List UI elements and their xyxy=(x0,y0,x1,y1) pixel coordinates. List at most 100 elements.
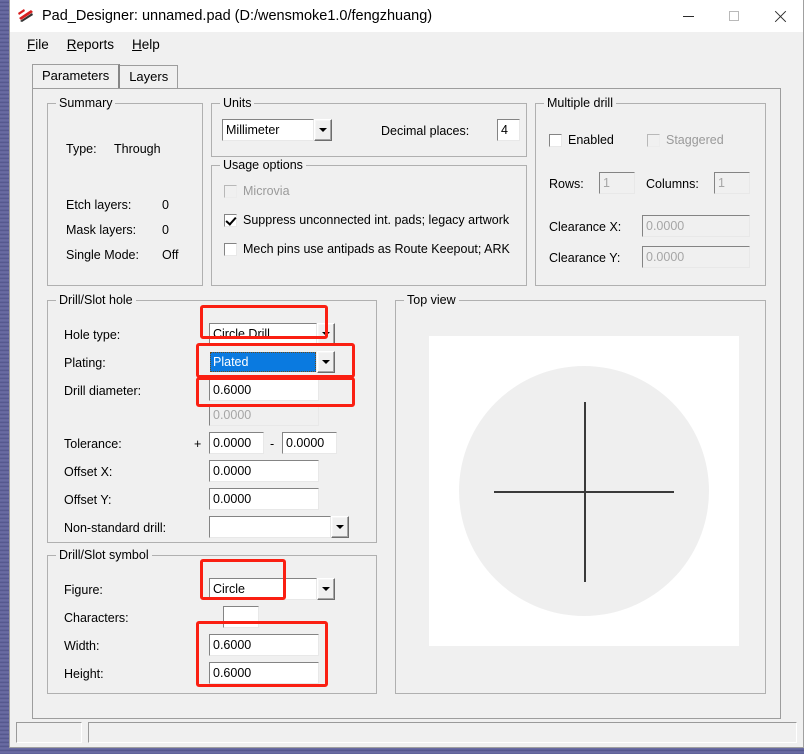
maximize-button[interactable] xyxy=(711,0,757,32)
drill-diameter-input[interactable]: 0.6000 xyxy=(209,379,319,401)
drill-diameter-secondary-input: 0.0000 xyxy=(209,404,319,426)
chevron-down-icon[interactable] xyxy=(317,323,335,345)
menu-item-reports[interactable]: Reports xyxy=(58,35,123,54)
units-combobox[interactable]: Millimeter xyxy=(222,119,332,141)
menu-item-help[interactable]: Help xyxy=(123,35,169,54)
tolerance-minus-input[interactable]: 0.0000 xyxy=(282,432,337,454)
window-controls xyxy=(665,0,803,32)
non-standard-drill-combobox[interactable] xyxy=(209,516,349,538)
checkbox-staggered-label: Staggered xyxy=(666,133,724,147)
checkbox-mech-pins-antipads-label: Mech pins use antipads as Route Keepout;… xyxy=(243,242,510,256)
title-bar[interactable]: Pad_Designer: unnamed.pad (D:/wensmoke1.… xyxy=(10,0,803,32)
checkbox-microvia-box xyxy=(224,184,237,198)
clearance-y-label: Clearance Y: xyxy=(549,251,621,265)
summary-single-mode-label: Single Mode: xyxy=(66,248,139,262)
window-title: Pad_Designer: unnamed.pad (D:/wensmoke1.… xyxy=(42,8,433,24)
tab-layers-label: Layers xyxy=(129,69,169,84)
offset-x-label: Offset X: xyxy=(64,465,113,479)
tab-layers[interactable]: Layers xyxy=(119,65,179,88)
checkbox-mech-pins-antipads[interactable]: Mech pins use antipads as Route Keepout;… xyxy=(224,242,510,256)
checkbox-suppress-unconnected[interactable]: Suppress unconnected int. pads; legacy a… xyxy=(224,213,509,227)
hole-type-combobox[interactable]: Circle Drill xyxy=(209,323,335,345)
checkbox-multiple-drill-enabled[interactable]: Enabled xyxy=(549,133,614,147)
summary-etch-layers-label: Etch layers: xyxy=(66,198,132,212)
menu-reports-mnemonic: R xyxy=(66,37,77,52)
checkbox-microvia-label: Microvia xyxy=(243,184,290,198)
offset-y-input[interactable]: 0.0000 xyxy=(209,488,319,510)
menu-file-mnemonic: F xyxy=(27,37,36,52)
summary-mask-layers-value: 0 xyxy=(162,223,169,237)
summary-single-mode-value: Off xyxy=(162,248,179,262)
status-cell-right xyxy=(88,722,797,743)
chevron-down-icon[interactable] xyxy=(314,119,332,141)
checkbox-multiple-drill-staggered: Staggered xyxy=(647,133,724,147)
checkbox-enabled-label: Enabled xyxy=(568,133,614,147)
summary-legend: Summary xyxy=(56,96,116,110)
status-bar xyxy=(10,719,803,747)
columns-input: 1 xyxy=(714,172,750,194)
crosshair-horizontal xyxy=(494,491,674,493)
pad-designer-window: Pad_Designer: unnamed.pad (D:/wensmoke1.… xyxy=(9,0,804,748)
menu-item-file[interactable]: File xyxy=(18,35,58,54)
tab-strip: Parameters Layers xyxy=(32,64,803,88)
drill-slot-hole-group: Drill/Slot hole Hole type: Circle Drill … xyxy=(47,293,377,543)
checkbox-suppress-unconnected-label: Suppress unconnected int. pads; legacy a… xyxy=(243,213,510,227)
figure-label: Figure: xyxy=(64,583,103,597)
checkbox-mech-pins-antipads-box[interactable] xyxy=(224,242,237,256)
non-standard-drill-value xyxy=(209,516,331,538)
tolerance-plus-input[interactable]: 0.0000 xyxy=(209,432,264,454)
checkbox-staggered-box xyxy=(647,133,660,147)
units-value: Millimeter xyxy=(222,119,314,141)
plating-value: Plated xyxy=(210,352,316,372)
symbol-width-input[interactable]: 0.6000 xyxy=(209,634,319,656)
drill-slot-symbol-group: Drill/Slot symbol Figure: Circle Charact… xyxy=(47,548,377,694)
hole-type-value: Circle Drill xyxy=(209,323,317,345)
characters-input[interactable] xyxy=(223,606,259,628)
checkbox-suppress-unconnected-box[interactable] xyxy=(224,213,237,227)
checkbox-enabled-box[interactable] xyxy=(549,133,562,147)
hole-type-label: Hole type: xyxy=(64,328,121,342)
menu-bar: File Reports Help xyxy=(10,32,803,57)
decimal-places-input[interactable]: 4 xyxy=(497,119,520,141)
offset-x-input[interactable]: 0.0000 xyxy=(209,460,319,482)
tolerance-label: Tolerance: xyxy=(64,437,122,451)
clearance-y-input: 0.0000 xyxy=(642,246,750,268)
decimal-places-label: Decimal places: xyxy=(381,124,470,138)
summary-etch-layers-value: 0 xyxy=(162,198,169,212)
chevron-down-icon[interactable] xyxy=(317,351,335,373)
drill-slot-symbol-legend: Drill/Slot symbol xyxy=(56,548,152,562)
symbol-width-label: Width: xyxy=(64,639,100,653)
tolerance-dash: - xyxy=(270,437,275,451)
tab-parameters-label: Parameters xyxy=(42,68,110,83)
close-button[interactable] xyxy=(757,0,803,32)
summary-mask-layers-label: Mask layers: xyxy=(66,223,137,237)
chevron-down-icon[interactable] xyxy=(317,578,335,600)
tolerance-plus-sign: + xyxy=(194,437,202,451)
clearance-x-input: 0.0000 xyxy=(642,215,750,237)
rows-label: Rows: xyxy=(549,177,584,191)
menu-help-rest: elp xyxy=(141,37,160,52)
non-standard-drill-label: Non-standard drill: xyxy=(64,521,167,535)
figure-combobox[interactable]: Circle xyxy=(209,578,335,600)
multiple-drill-legend: Multiple drill xyxy=(544,96,616,110)
top-view-canvas[interactable] xyxy=(429,336,739,646)
clearance-x-label: Clearance X: xyxy=(549,220,622,234)
symbol-height-input[interactable]: 0.6000 xyxy=(209,662,319,684)
summary-group: Summary Type: Through Etch layers: 0 Mas… xyxy=(47,96,203,286)
units-group: Units Millimeter Decimal places: 4 xyxy=(211,96,527,157)
summary-type-value: Through xyxy=(114,142,161,156)
usage-options-legend: Usage options xyxy=(220,158,306,172)
top-view-legend: Top view xyxy=(404,293,459,307)
chevron-down-icon[interactable] xyxy=(331,516,349,538)
drill-diameter-label: Drill diameter: xyxy=(64,384,142,398)
minimize-button[interactable] xyxy=(665,0,711,32)
usage-options-group: Usage options Microvia Suppress unconnec… xyxy=(211,158,527,286)
plating-combobox[interactable]: Plated xyxy=(209,351,335,373)
multiple-drill-group: Multiple drill Enabled Staggered Rows: 1… xyxy=(535,96,766,286)
parameters-panel: Summary Type: Through Etch layers: 0 Mas… xyxy=(32,88,781,719)
top-view-group: Top view xyxy=(395,293,766,694)
menu-reports-rest: eports xyxy=(76,37,115,52)
figure-value: Circle xyxy=(209,578,317,600)
menu-help-mnemonic: H xyxy=(132,37,142,52)
tab-parameters[interactable]: Parameters xyxy=(32,64,121,88)
